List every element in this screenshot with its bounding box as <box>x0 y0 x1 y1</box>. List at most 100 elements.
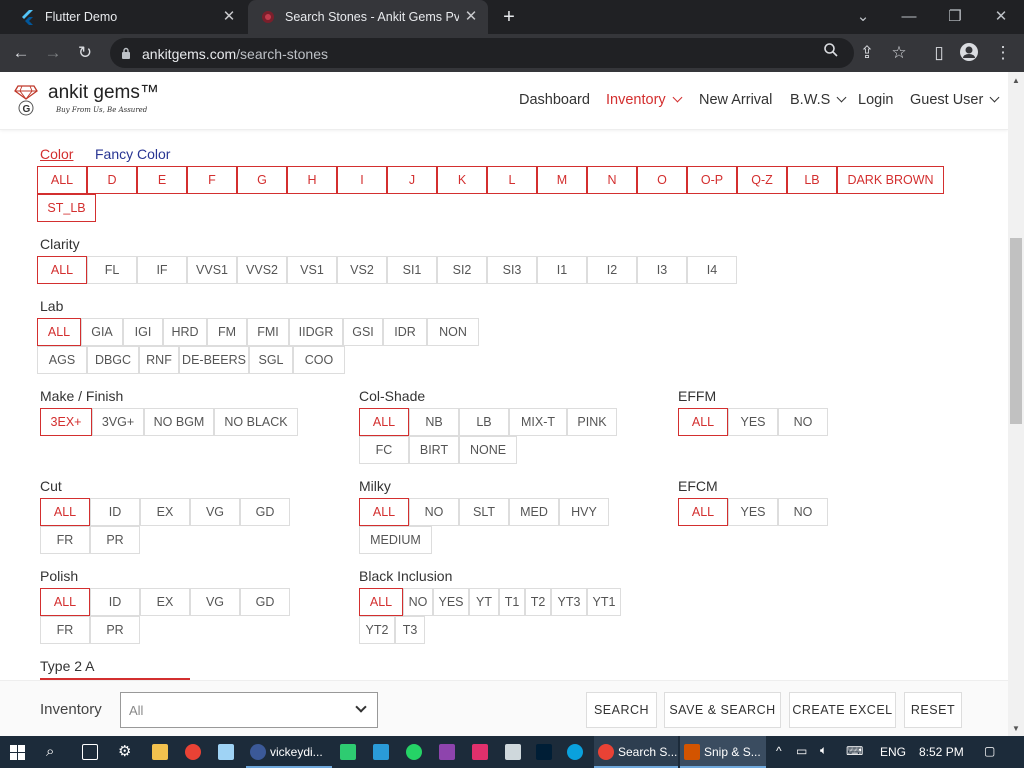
window-close-icon[interactable]: ✕ <box>990 6 1012 28</box>
page-scrollbar[interactable]: ▲ ▼ <box>1008 72 1024 736</box>
milky-option-med[interactable]: MED <box>509 498 559 526</box>
make-option-3ex-[interactable]: 3EX+ <box>40 408 92 436</box>
lab-option-iidgr[interactable]: IIDGR <box>289 318 343 346</box>
color-option-st-lb[interactable]: ST_LB <box>37 194 96 222</box>
clarity-option-if[interactable]: IF <box>137 256 187 284</box>
profile-avatar-icon[interactable] <box>958 42 980 64</box>
nav-new-arrival[interactable]: New Arrival <box>699 92 772 108</box>
colshade-option-none[interactable]: NONE <box>459 436 517 464</box>
clarity-option-fl[interactable]: FL <box>87 256 137 284</box>
taskbar-item-search-stones[interactable]: Search S... <box>594 736 678 768</box>
tab-fancy-color[interactable]: Fancy Color <box>95 146 170 162</box>
efcm-option-yes[interactable]: YES <box>728 498 778 526</box>
color-option-all[interactable]: ALL <box>37 166 87 194</box>
effm-option-no[interactable]: NO <box>778 408 828 436</box>
black-option-t1[interactable]: T1 <box>499 588 525 616</box>
photoshop-icon[interactable] <box>536 744 552 760</box>
cut-option-fr[interactable]: FR <box>40 526 90 554</box>
back-arrow-icon[interactable]: ← <box>10 42 32 64</box>
lab-option-fmi[interactable]: FMI <box>247 318 289 346</box>
clarity-option-vvs2[interactable]: VVS2 <box>237 256 287 284</box>
keyboard-icon[interactable]: ⌨ <box>846 744 863 758</box>
black-option-yt1[interactable]: YT1 <box>587 588 621 616</box>
volume-icon[interactable]: 🔈︎ <box>820 743 827 758</box>
cut-option-gd[interactable]: GD <box>240 498 290 526</box>
nav-bws[interactable]: B.W.S <box>790 92 847 108</box>
lab-option-hrd[interactable]: HRD <box>163 318 207 346</box>
clarity-option-all[interactable]: ALL <box>37 256 87 284</box>
reset-button[interactable]: RESET <box>904 692 962 728</box>
search-button[interactable]: SEARCH <box>586 692 657 728</box>
milky-option-all[interactable]: ALL <box>359 498 409 526</box>
scrollbar-thumb[interactable] <box>1010 238 1022 424</box>
visual-studio-icon[interactable] <box>439 744 455 760</box>
green-app-icon[interactable] <box>340 744 356 760</box>
vscode-icon[interactable] <box>373 744 389 760</box>
color-option-d[interactable]: D <box>87 166 137 194</box>
settings-gear-icon[interactable]: ⚙ <box>118 742 131 760</box>
close-icon[interactable]: ✕ <box>220 8 238 26</box>
network-icon[interactable]: ▭ <box>796 744 807 758</box>
cut-option-id[interactable]: ID <box>90 498 140 526</box>
cut-option-all[interactable]: ALL <box>40 498 90 526</box>
taskbar-search-icon[interactable]: ⌕ <box>46 743 54 760</box>
color-option-h[interactable]: H <box>287 166 337 194</box>
lab-option-coo[interactable]: COO <box>293 346 345 374</box>
lab-option-sgl[interactable]: SGL <box>249 346 293 374</box>
language-indicator[interactable]: ENG <box>880 745 906 759</box>
polish-option-pr[interactable]: PR <box>90 616 140 644</box>
instagram-icon[interactable] <box>472 744 488 760</box>
make-option-no-bgm[interactable]: NO BGM <box>144 408 214 436</box>
lab-option-rnf[interactable]: RNF <box>139 346 179 374</box>
polish-option-id[interactable]: ID <box>90 588 140 616</box>
clarity-option-vs2[interactable]: VS2 <box>337 256 387 284</box>
lab-option-all[interactable]: ALL <box>37 318 81 346</box>
colshade-option-all[interactable]: ALL <box>359 408 409 436</box>
cut-option-ex[interactable]: EX <box>140 498 190 526</box>
lab-option-non[interactable]: NON <box>427 318 479 346</box>
colshade-option-mix-t[interactable]: MIX-T <box>509 408 567 436</box>
clarity-option-i3[interactable]: I3 <box>637 256 687 284</box>
chrome-icon[interactable] <box>185 744 201 760</box>
black-option-all[interactable]: ALL <box>359 588 403 616</box>
notification-icon[interactable]: ▢ <box>984 744 995 758</box>
polish-option-vg[interactable]: VG <box>190 588 240 616</box>
black-option-yes[interactable]: YES <box>433 588 469 616</box>
lab-option-idr[interactable]: IDR <box>383 318 427 346</box>
lab-option-igi[interactable]: IGI <box>123 318 163 346</box>
edge-icon[interactable] <box>567 744 583 760</box>
clarity-option-vs1[interactable]: VS1 <box>287 256 337 284</box>
color-option-m[interactable]: M <box>537 166 587 194</box>
effm-option-all[interactable]: ALL <box>678 408 728 436</box>
clarity-option-i2[interactable]: I2 <box>587 256 637 284</box>
tab-color[interactable]: Color <box>40 146 73 162</box>
nav-login[interactable]: Login <box>858 92 893 108</box>
clarity-option-si3[interactable]: SI3 <box>487 256 537 284</box>
scroll-up-icon[interactable]: ▲ <box>1012 76 1020 85</box>
lab-option-gsi[interactable]: GSI <box>343 318 383 346</box>
black-option-t2[interactable]: T2 <box>525 588 551 616</box>
polish-option-fr[interactable]: FR <box>40 616 90 644</box>
reload-icon[interactable]: ↻ <box>74 42 96 64</box>
nav-inventory[interactable]: Inventory <box>606 92 683 108</box>
cut-option-vg[interactable]: VG <box>190 498 240 526</box>
chevron-up-icon[interactable]: ^ <box>776 744 782 758</box>
create-excel-button[interactable]: CREATE EXCEL <box>789 692 896 728</box>
lab-option-ags[interactable]: AGS <box>37 346 87 374</box>
color-option-lb[interactable]: LB <box>787 166 837 194</box>
lab-option-gia[interactable]: GIA <box>81 318 123 346</box>
colshade-option-fc[interactable]: FC <box>359 436 409 464</box>
address-bar[interactable]: ankitgems.com/search-stones <box>110 38 854 68</box>
color-option-o[interactable]: O <box>637 166 687 194</box>
clarity-option-i4[interactable]: I4 <box>687 256 737 284</box>
whatsapp-icon[interactable] <box>406 744 422 760</box>
milky-option-no[interactable]: NO <box>409 498 459 526</box>
color-option-e[interactable]: E <box>137 166 187 194</box>
milky-option-medium[interactable]: MEDIUM <box>359 526 432 554</box>
windows-start-icon[interactable] <box>10 745 25 765</box>
scroll-down-icon[interactable]: ▼ <box>1012 724 1020 733</box>
black-option-yt[interactable]: YT <box>469 588 499 616</box>
clarity-option-si1[interactable]: SI1 <box>387 256 437 284</box>
restore-icon[interactable]: ❐ <box>944 6 966 28</box>
search-icon[interactable] <box>820 42 842 64</box>
